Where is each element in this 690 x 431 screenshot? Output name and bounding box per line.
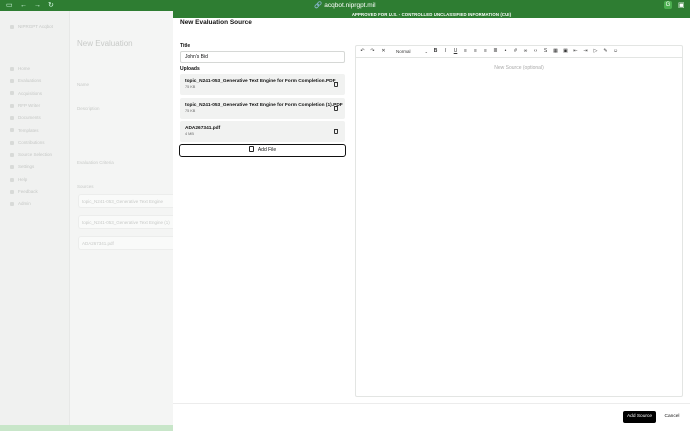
add-source-button[interactable]: Add Source bbox=[623, 411, 656, 423]
outdent-icon[interactable]: ⇤ bbox=[572, 48, 579, 55]
title-label: Title bbox=[180, 43, 191, 49]
sidebar-item: Feedback bbox=[10, 189, 38, 194]
clear-format-icon[interactable]: ✕ bbox=[380, 48, 387, 55]
sidebar-item: Evaluations bbox=[10, 78, 41, 83]
cancel-button[interactable]: Cancel bbox=[660, 411, 684, 423]
sidebar-item: Contributions bbox=[10, 140, 45, 145]
undo-icon[interactable]: ↶ bbox=[359, 48, 366, 55]
italic-icon[interactable]: I bbox=[442, 48, 449, 55]
format-select[interactable]: Normal ⌄ bbox=[396, 48, 428, 55]
upload-file-item: topic_N241-053_Generative Text Engine fo… bbox=[180, 74, 345, 95]
new-evaluation-source-dialog: New Evaluation Source Title John's Bid U… bbox=[173, 18, 690, 431]
sidebar-item: Settings bbox=[10, 164, 34, 169]
sidebar-item: Documents bbox=[10, 115, 41, 120]
sidebar-item: Templates bbox=[10, 128, 39, 133]
code-icon[interactable]: ‹› bbox=[532, 48, 539, 55]
align-left-icon[interactable]: ≡ bbox=[462, 48, 469, 55]
file-icon bbox=[248, 146, 254, 152]
background-field-sources: Sources bbox=[77, 184, 94, 189]
link-icon[interactable]: ∞ bbox=[522, 48, 529, 55]
numbered-list-icon[interactable]: # bbox=[512, 48, 519, 55]
bullet-list-icon[interactable]: • bbox=[502, 48, 509, 55]
underline-icon[interactable]: U bbox=[452, 48, 459, 55]
file-name: ADA267341.pdf bbox=[185, 126, 221, 131]
format-select-value: Normal bbox=[396, 49, 411, 54]
strikethrough-icon[interactable]: S bbox=[542, 48, 549, 55]
title-input[interactable]: John's Bid bbox=[180, 51, 345, 63]
link-icon: 🔗 bbox=[314, 2, 323, 9]
address-bar[interactable]: 🔗 acqbot.niprgpt.mil bbox=[0, 1, 690, 10]
indent-icon[interactable]: ⇥ bbox=[582, 48, 589, 55]
play-icon[interactable]: ▷ bbox=[592, 48, 599, 55]
align-center-icon[interactable]: ≡ bbox=[472, 48, 479, 55]
chevron-down-icon: ⌄ bbox=[424, 49, 428, 54]
sidebar: NIPRGPT Acqbot Home Evaluations Acquisitio… bbox=[0, 11, 70, 431]
background-app: NIPRGPT Acqbot Home Evaluations Acquisitio… bbox=[0, 11, 173, 431]
trash-icon[interactable] bbox=[334, 81, 338, 87]
sidebar-item: Admin bbox=[10, 201, 31, 206]
image-icon[interactable]: ▣ bbox=[562, 48, 569, 55]
url-text: acqbot.niprgpt.mil bbox=[324, 2, 376, 9]
background-field-criteria: Evaluation Criteria bbox=[77, 160, 114, 165]
sidebar-item: Help bbox=[10, 177, 27, 182]
redo-icon[interactable]: ↷ bbox=[369, 48, 376, 55]
add-file-label: Add File bbox=[257, 147, 277, 153]
sidebar-item: Acquisitions bbox=[10, 91, 42, 96]
highlight-icon[interactable]: ✎ bbox=[602, 48, 609, 55]
add-file-button[interactable]: Add File bbox=[179, 144, 346, 157]
background-source-line: topic_N241-053_Generative Text Engine (1… bbox=[82, 220, 170, 225]
sidebar-item: RFP Writer bbox=[10, 103, 40, 108]
justify-icon[interactable]: ≣ bbox=[492, 48, 499, 55]
file-size: 4 MB bbox=[185, 132, 194, 136]
file-size: 75 KB bbox=[185, 109, 196, 113]
file-size: 75 KB bbox=[185, 85, 196, 89]
uploads-label: Uploads bbox=[180, 66, 200, 72]
sidebar-item: Source Selection bbox=[10, 152, 52, 157]
background-page-title: New Evaluation bbox=[77, 39, 133, 48]
file-name: topic_N241-053_Generative Text Engine fo… bbox=[185, 103, 343, 108]
classification-banner: APPROVED FOR U.S. - CONTROLLED UNCLASSIF… bbox=[173, 11, 690, 18]
trash-icon[interactable] bbox=[334, 128, 338, 134]
background-footer bbox=[0, 425, 173, 431]
bold-icon[interactable]: B bbox=[432, 48, 439, 55]
align-right-icon[interactable]: ≡ bbox=[482, 48, 489, 55]
tabs-icon[interactable]: ▣ bbox=[678, 1, 685, 10]
upload-file-item: ADA267341.pdf 4 MB bbox=[180, 121, 345, 142]
background-source-line: topic_N241-053_Generative Text Engine bbox=[82, 199, 163, 204]
background-field-description: Description bbox=[77, 106, 100, 111]
editor-toolbar: ↶ ↷ ✕ Normal ⌄ B I U ≡ ≡ ≡ ≣ • # ∞ ‹› S … bbox=[356, 46, 682, 58]
sidebar-app-name: NIPRGPT Acqbot bbox=[10, 24, 53, 29]
upload-file-item: topic_N241-053_Generative Text Engine fo… bbox=[180, 98, 345, 119]
browser-toolbar: ▭ ← → ↻ 🔗 acqbot.niprgpt.mil G ▣ bbox=[0, 0, 690, 11]
emoji-icon[interactable]: ☺ bbox=[612, 48, 619, 55]
editor-placeholder: New Source (optional) bbox=[494, 65, 544, 71]
dialog-title: New Evaluation Source bbox=[180, 19, 252, 26]
table-icon[interactable]: ▦ bbox=[552, 48, 559, 55]
source-editor[interactable]: ↶ ↷ ✕ Normal ⌄ B I U ≡ ≡ ≡ ≣ • # ∞ ‹› S … bbox=[355, 45, 683, 397]
file-name: topic_N241-053_Generative Text Engine fo… bbox=[185, 79, 336, 84]
dialog-footer-divider bbox=[173, 403, 690, 404]
sidebar-item: Home bbox=[10, 66, 30, 71]
extension-icon[interactable]: G bbox=[664, 1, 672, 9]
trash-icon[interactable] bbox=[334, 105, 338, 111]
background-field-name: Name bbox=[77, 82, 90, 87]
background-source-line: ADA267341.pdf bbox=[82, 241, 114, 246]
